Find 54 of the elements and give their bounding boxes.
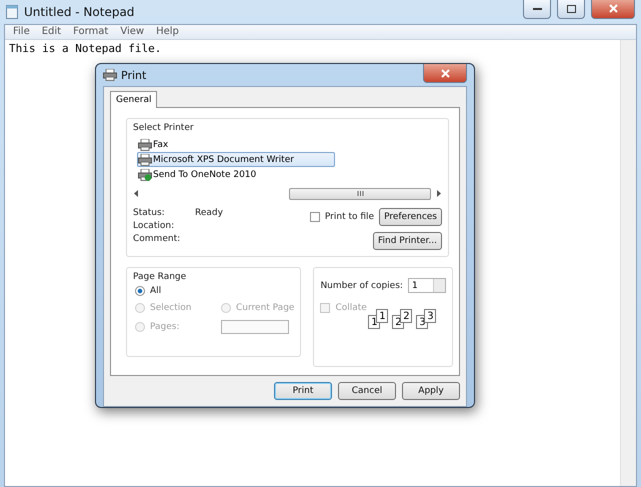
print-to-file-checkbox[interactable] [310, 212, 320, 222]
dialog-button[interactable]: Apply [402, 382, 460, 400]
scroll-left-icon[interactable] [133, 190, 139, 197]
close-icon [608, 4, 618, 13]
maximize-button[interactable] [557, 0, 585, 18]
dialog-title: Print [121, 68, 146, 82]
minimize-button[interactable] [523, 0, 551, 18]
copies-spinner[interactable]: 1 [408, 278, 446, 293]
window-title: Untitled - Notepad [24, 5, 134, 19]
menu-item[interactable]: File [7, 25, 36, 39]
preferences-button[interactable]: Preferences [379, 208, 442, 226]
menu-item[interactable]: Edit [36, 25, 68, 39]
printer-item[interactable]: Fax [137, 137, 335, 152]
dialog-button[interactable]: Cancel [338, 382, 396, 400]
page-sheet: 1 [376, 309, 388, 323]
close-button[interactable] [591, 0, 635, 18]
maximize-icon [566, 4, 576, 12]
scroll-right-icon[interactable] [436, 190, 442, 197]
close-icon [440, 68, 450, 78]
grip-icon [356, 191, 364, 196]
menu-item[interactable]: Format [67, 25, 114, 39]
scrollbar-thumb[interactable] [289, 188, 431, 200]
status-label: Status: [133, 208, 166, 218]
radio-label: Pages: [150, 322, 180, 332]
group-label: Select Printer [133, 123, 195, 133]
printer-icon [138, 138, 152, 150]
radio-button[interactable] [135, 286, 145, 296]
printer-item[interactable]: Microsoft XPS Document Writer [137, 152, 335, 167]
radio-label: All [150, 286, 162, 296]
notepad-icon [6, 5, 18, 19]
tab[interactable]: General [110, 91, 158, 108]
location-label: Location: [133, 221, 176, 231]
close-button[interactable] [423, 64, 467, 83]
status-value: Ready [195, 208, 224, 218]
dialog-button[interactable]: Print [274, 382, 332, 400]
page-sheet: 2 [400, 309, 412, 323]
printer-icon [103, 69, 117, 81]
comment-label: Comment: [133, 234, 182, 244]
radio-label: Selection [150, 303, 192, 313]
printer-icon [138, 154, 152, 166]
radio-label: Current Page [236, 303, 294, 313]
menu-item[interactable]: Help [150, 25, 185, 39]
collate-label: Collate [335, 303, 367, 313]
document-text: This is a Notepad file. [9, 42, 162, 55]
page-sheet: 3 [424, 309, 436, 323]
printer-item[interactable]: Send To OneNote 2010 [137, 167, 335, 182]
menu-item[interactable]: View [114, 25, 150, 39]
printer-check-icon [138, 168, 152, 180]
print-to-file-label: Print to file [324, 212, 374, 222]
vertical-scrollbar[interactable] [620, 40, 636, 486]
copies-label: Number of copies: [320, 280, 403, 290]
group-label: Page Range [133, 272, 188, 282]
minimize-icon [532, 6, 542, 10]
find-printer-button[interactable]: Find Printer... [373, 232, 442, 250]
